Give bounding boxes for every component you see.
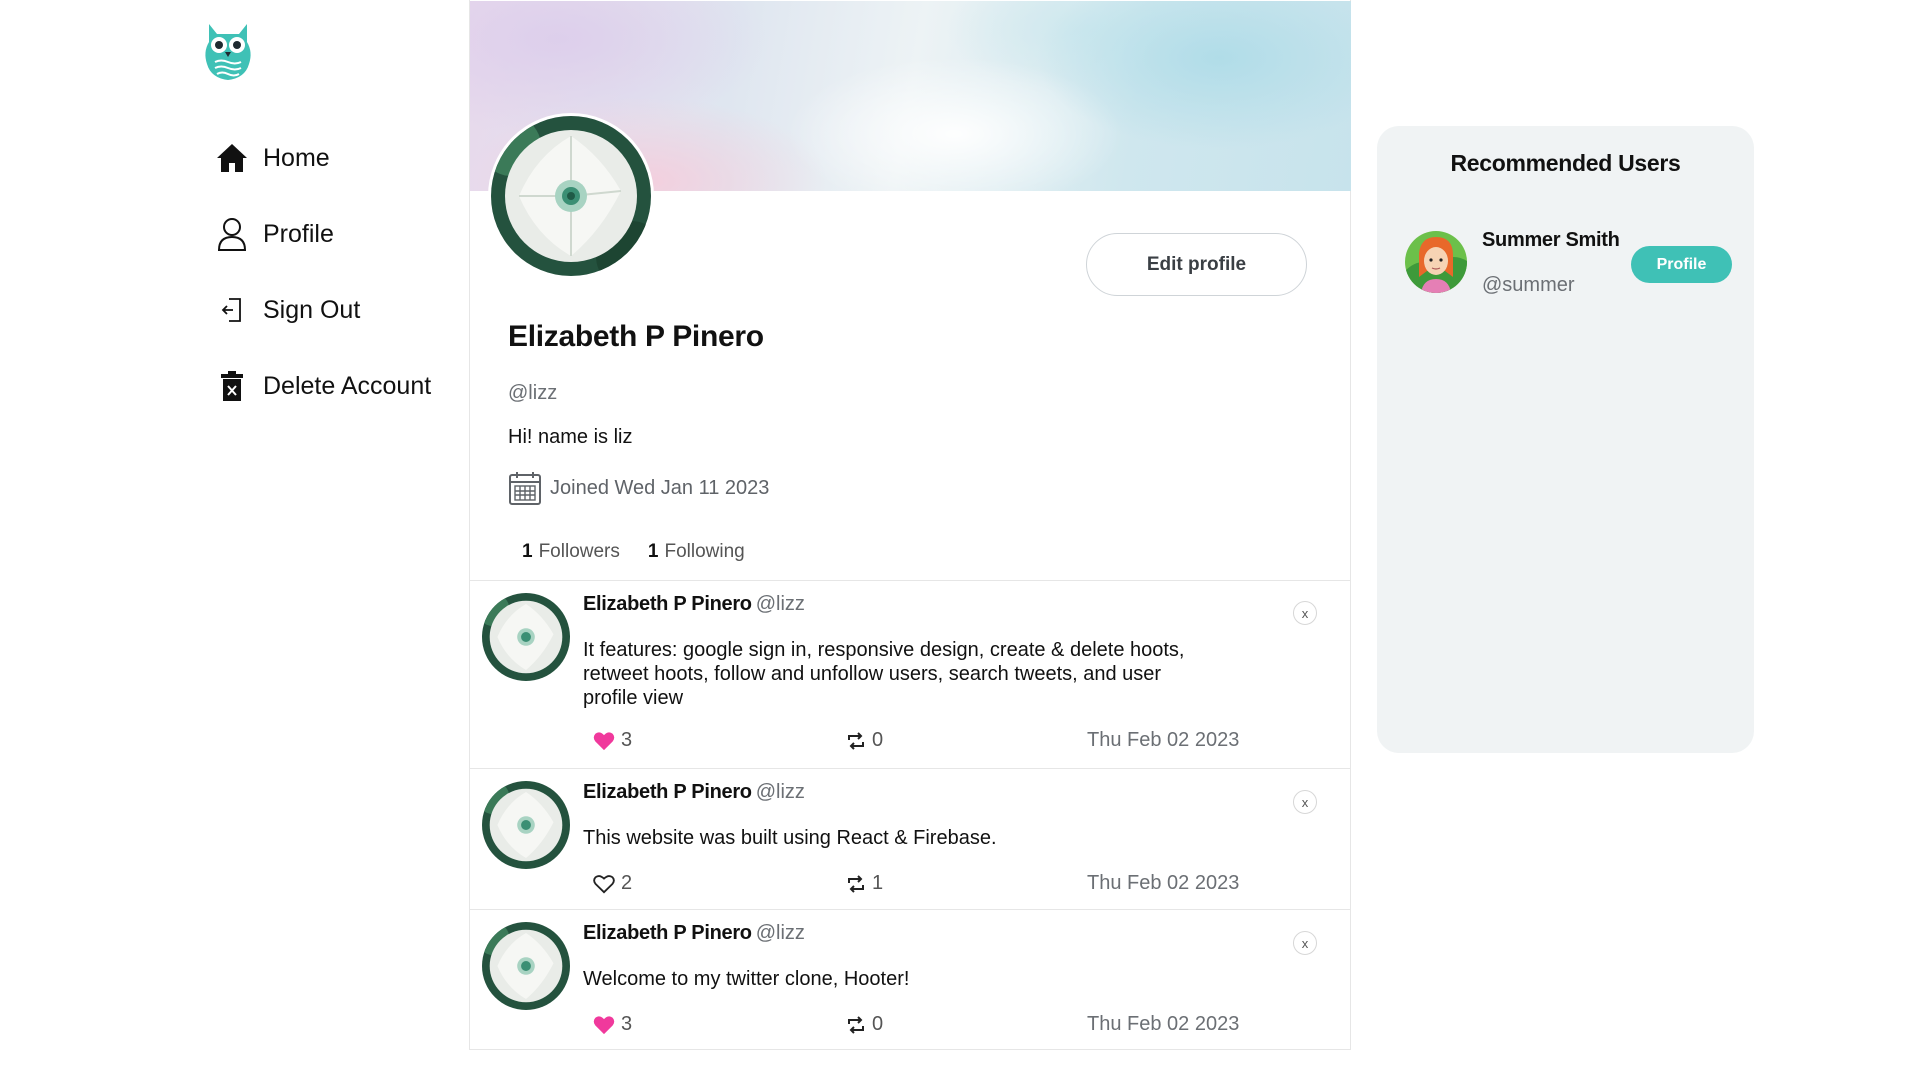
recommended-user-name[interactable]: Summer Smith: [1482, 229, 1620, 252]
retweet-button[interactable]: 1: [846, 872, 883, 895]
hoot-item: Elizabeth P Pinero @lizz x This website w…: [470, 769, 1351, 909]
retweet-count: 1: [872, 872, 884, 894]
user-icon: [215, 217, 249, 251]
following-label: Following: [664, 541, 745, 562]
retweet-button[interactable]: 0: [846, 729, 883, 752]
hoot-date: Thu Feb 02 2023: [1087, 1013, 1240, 1035]
hoot-text: This website was built using React & Fir…: [583, 827, 997, 849]
hoot-header: Elizabeth P Pinero @lizz: [583, 922, 805, 945]
hoot-date: Thu Feb 02 2023: [1087, 729, 1240, 751]
like-count: 3: [621, 729, 633, 751]
trash-icon: [215, 369, 249, 403]
delete-hoot-button[interactable]: x: [1293, 931, 1317, 955]
hoot-text: Welcome to my twitter clone, Hooter!: [583, 968, 910, 990]
view-profile-button[interactable]: Profile: [1631, 246, 1732, 283]
retweet-icon: [848, 874, 864, 893]
hoot-header: Elizabeth P Pinero @lizz: [583, 781, 805, 804]
hoot-author-name[interactable]: Elizabeth P Pinero: [583, 922, 752, 944]
owl-logo-icon[interactable]: [201, 18, 255, 82]
home-icon: [215, 141, 249, 175]
following-link[interactable]: 1 Following: [648, 541, 745, 563]
calendar-icon: [508, 470, 542, 506]
hoot-author-name[interactable]: Elizabeth P Pinero: [583, 593, 752, 615]
like-button[interactable]: 3: [593, 729, 632, 752]
profile-bio: Hi! name is liz: [508, 426, 633, 448]
retweet-count: 0: [872, 729, 884, 751]
retweet-icon: [848, 731, 864, 750]
edit-profile-button[interactable]: Edit profile: [1086, 233, 1307, 296]
following-count: 1: [647, 541, 659, 562]
followers-link[interactable]: 1 Followers: [522, 541, 620, 563]
joined-date: Joined Wed Jan 11 2023: [508, 470, 769, 506]
sign-out-icon: [215, 293, 249, 327]
hoot-actions: 2 1 Thu Feb 02 2023: [593, 872, 1239, 898]
sidebar-item-label: Sign Out: [263, 295, 361, 324]
sidebar-item-home[interactable]: Home: [215, 120, 431, 196]
hoot-author-handle: @lizz: [755, 593, 805, 615]
recommended-user-handle: @summer: [1482, 274, 1575, 296]
hoot-item: Elizabeth P Pinero @lizz x Welcome to my …: [470, 910, 1351, 1050]
hoot-date: Thu Feb 02 2023: [1087, 872, 1240, 894]
follow-stats: 1 Followers 1 Following: [522, 541, 773, 563]
profile-main: Edit profile Elizabeth P Pinero @lizz Hi…: [469, 0, 1351, 1050]
retweet-button[interactable]: 0: [846, 1013, 883, 1036]
sidebar-item-label: Home: [263, 143, 330, 172]
like-button[interactable]: 2: [593, 872, 632, 895]
heart-outline-icon: [593, 874, 615, 893]
retweet-icon: [848, 1015, 864, 1034]
hoot-avatar[interactable]: [482, 922, 570, 1010]
sidebar-item-sign-out[interactable]: Sign Out: [215, 272, 431, 348]
hoot-actions: 3 0 Thu Feb 02 2023: [593, 1013, 1239, 1039]
hoot-item: Elizabeth P Pinero @lizz x It features: g…: [470, 581, 1351, 768]
avatar[interactable]: [488, 113, 654, 279]
delete-hoot-button[interactable]: x: [1293, 601, 1317, 625]
hoot-text: It features: google sign in, responsive …: [583, 639, 1185, 709]
heart-filled-icon: [593, 731, 615, 750]
divider: [470, 1049, 1351, 1050]
like-count: 3: [621, 1013, 633, 1035]
sidebar-item-delete-account[interactable]: Delete Account: [215, 348, 431, 424]
sidebar-item-label: Delete Account: [263, 371, 432, 400]
sidebar-item-profile[interactable]: Profile: [215, 196, 431, 272]
hoot-avatar[interactable]: [482, 781, 570, 869]
hoot-header: Elizabeth P Pinero @lizz: [583, 593, 805, 616]
profile-name: Elizabeth P Pinero: [508, 320, 764, 353]
hoot-actions: 3 0 Thu Feb 02 2023: [593, 729, 1239, 755]
followers-count: 1: [522, 541, 533, 562]
heart-filled-icon: [593, 1015, 615, 1034]
hoot-author-handle: @lizz: [755, 922, 805, 944]
avatar[interactable]: [1405, 231, 1467, 293]
sidebar-nav: Home Profile Sign Out Delete Account: [215, 120, 431, 424]
delete-hoot-button[interactable]: x: [1293, 790, 1317, 814]
hoot-author-name[interactable]: Elizabeth P Pinero: [583, 781, 752, 803]
recommended-users-panel: Recommended Users Summer Smith @summer P…: [1377, 126, 1754, 753]
like-count: 2: [621, 872, 633, 894]
recommended-title: Recommended Users: [1450, 150, 1681, 176]
followers-label: Followers: [538, 541, 620, 562]
sidebar-item-label: Profile: [263, 219, 334, 248]
hoot-avatar[interactable]: [482, 593, 570, 681]
hoot-author-handle: @lizz: [755, 781, 805, 803]
retweet-count: 0: [872, 1013, 884, 1035]
like-button[interactable]: 3: [593, 1013, 632, 1036]
profile-handle: @lizz: [508, 382, 558, 404]
joined-text: Joined Wed Jan 11 2023: [550, 476, 770, 499]
